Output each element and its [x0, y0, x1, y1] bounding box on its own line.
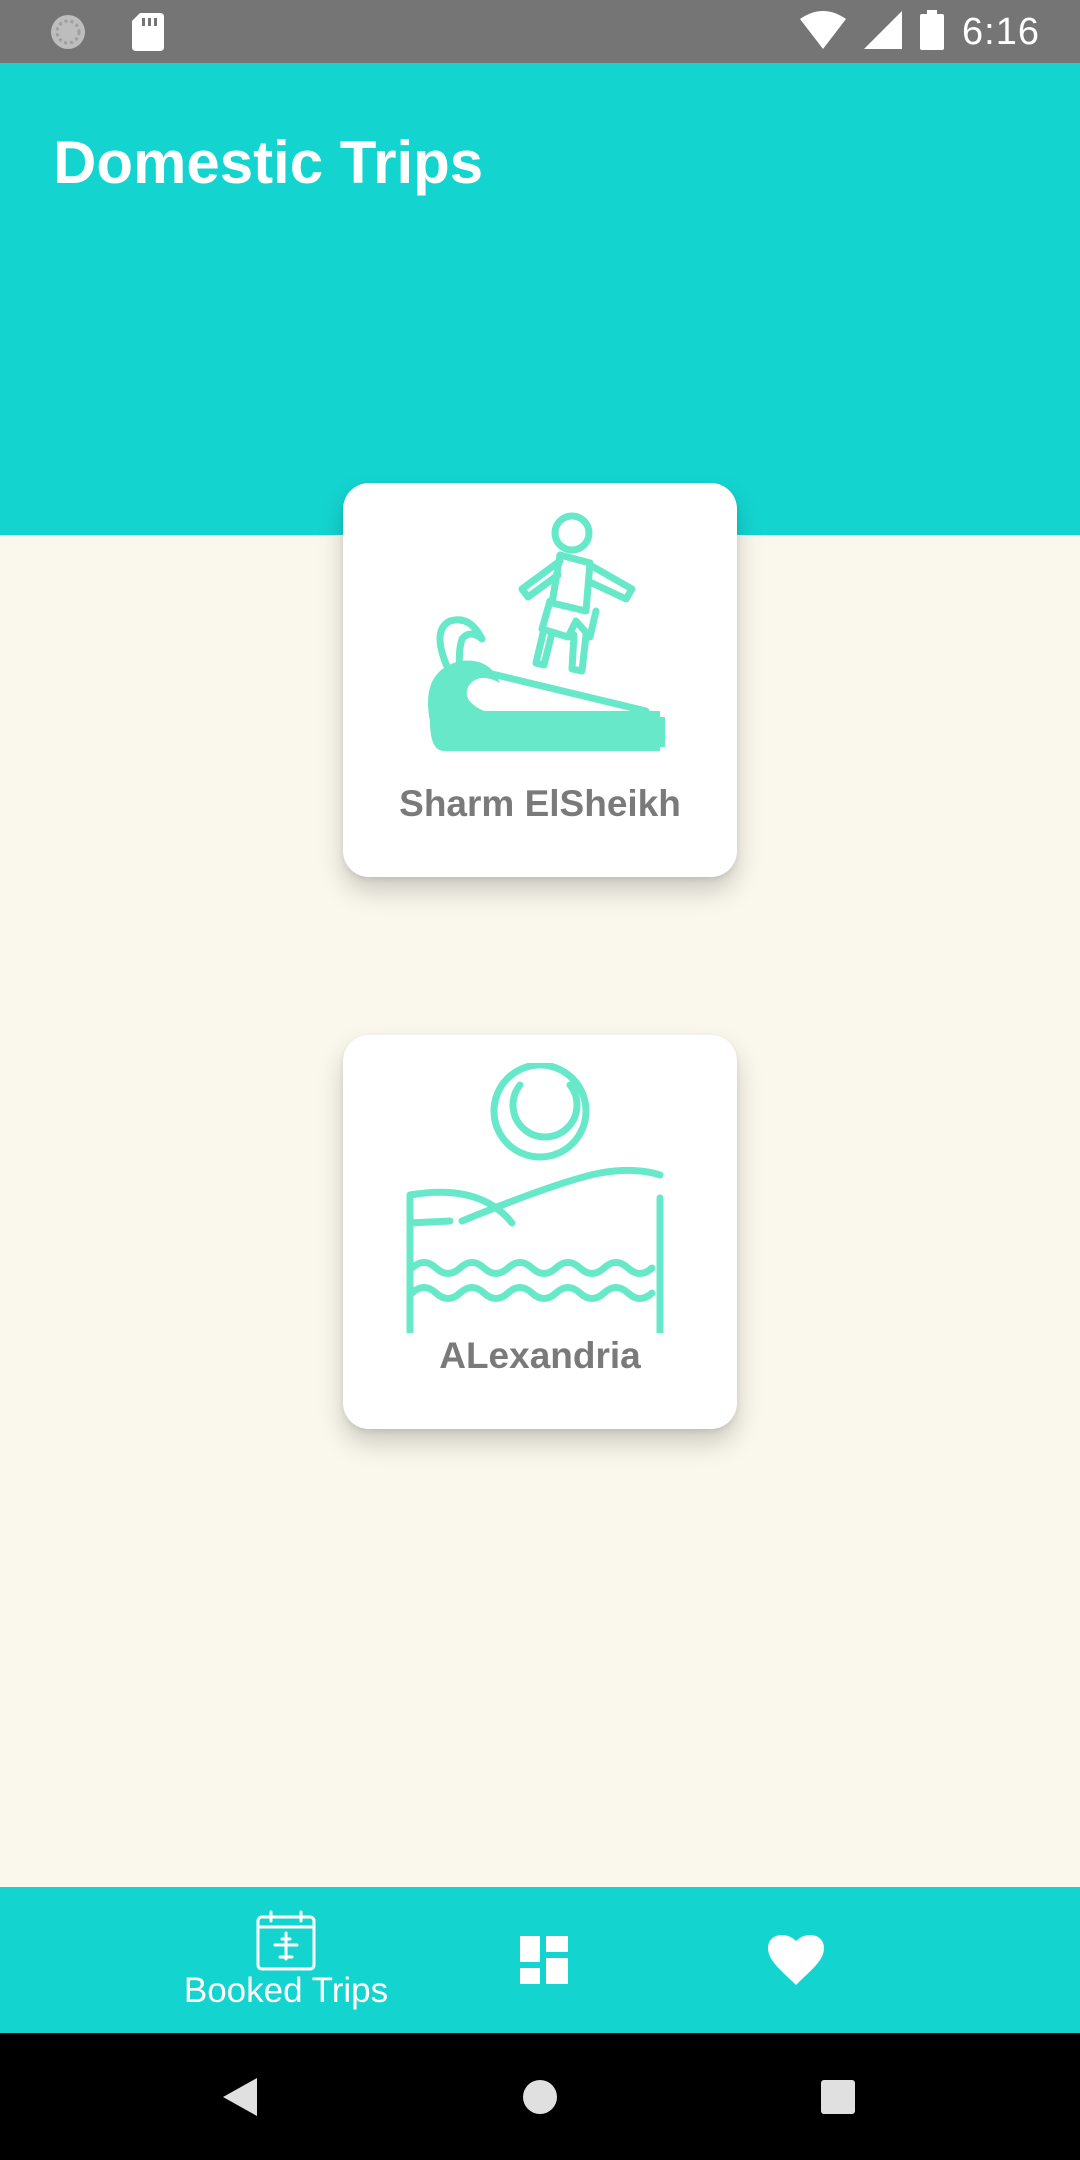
status-time: 6:16	[962, 11, 1040, 53]
nav-booked-trips[interactable]: Booked Trips	[166, 1887, 406, 2033]
heart-icon	[768, 1935, 824, 1985]
recents-button[interactable]	[788, 2033, 888, 2160]
nav-favorites[interactable]	[746, 1887, 846, 2033]
destination-card-alexandria[interactable]: ALexandria	[343, 1035, 737, 1429]
bottom-navigation: Booked Trips	[0, 1887, 1080, 2033]
sync-icon	[48, 12, 88, 57]
status-bar: 6:16	[0, 0, 1080, 63]
destination-label: ALexandria	[439, 1335, 641, 1376]
destination-card-sharm-elsheikh[interactable]: Sharm ElSheikh	[343, 483, 737, 877]
surfer-icon	[428, 512, 665, 751]
home-button[interactable]	[490, 2033, 590, 2160]
beach-sun-icon	[406, 1063, 664, 1333]
calendar-plane-icon	[256, 1910, 316, 1971]
sd-card-icon	[132, 13, 164, 56]
back-button[interactable]	[190, 2033, 290, 2160]
home-icon	[523, 2079, 557, 2114]
recents-icon	[821, 2079, 855, 2114]
system-navigation-bar	[0, 2033, 1080, 2160]
signal-icon	[864, 11, 903, 54]
nav-label-booked-trips: Booked Trips	[183, 1971, 389, 2010]
nav-dashboard[interactable]	[494, 1887, 594, 2033]
destination-label: Sharm ElSheikh	[399, 783, 681, 824]
dashboard-icon	[520, 1936, 568, 1984]
back-icon	[223, 2077, 257, 2116]
wifi-icon	[800, 11, 847, 54]
battery-icon	[920, 10, 945, 55]
page-title: Domestic Trips	[53, 129, 484, 196]
